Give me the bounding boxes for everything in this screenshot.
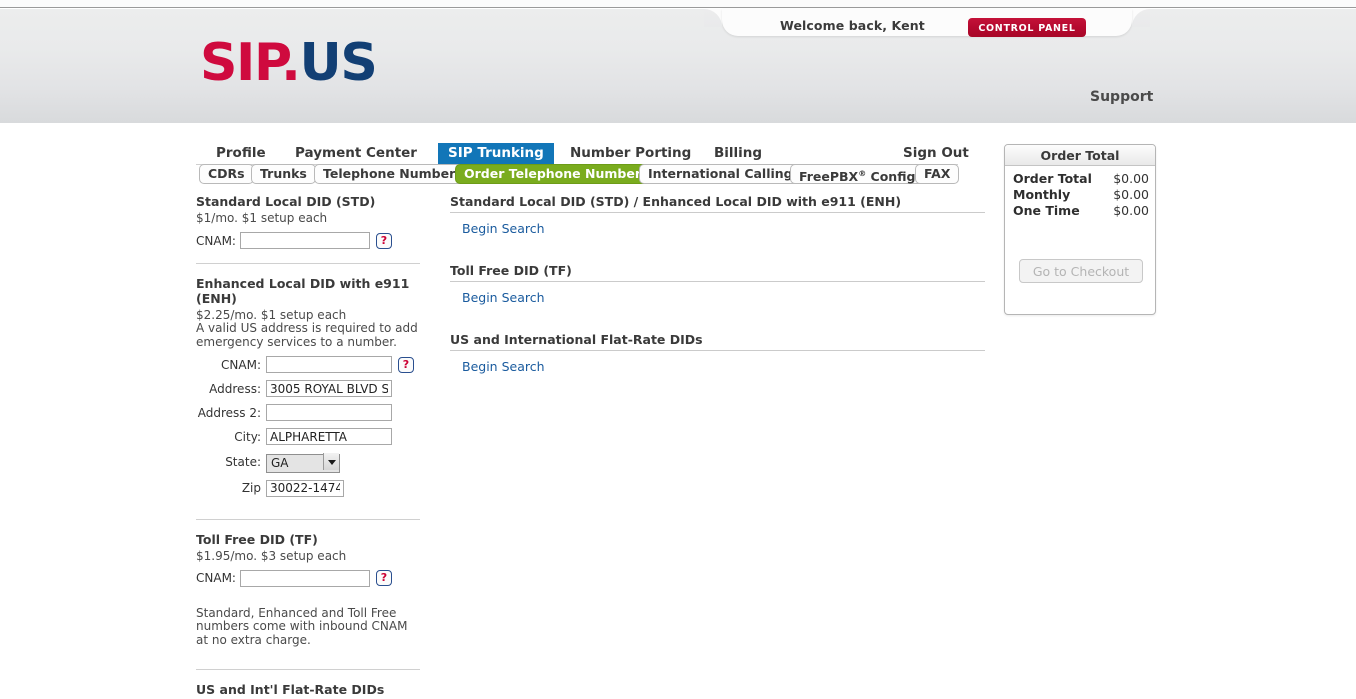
tf-cnam-label: CNAM: — [196, 571, 236, 585]
sidebar-divider-2 — [196, 518, 420, 520]
nav-item-billing[interactable]: Billing — [704, 143, 772, 164]
order-onetime-value: $0.00 — [1113, 203, 1149, 218]
tf-title: Toll Free DID (TF) — [196, 531, 318, 547]
enh-city-input[interactable] — [266, 428, 392, 445]
section-toll-free: Toll Free DID (TF) Begin Search — [450, 263, 985, 306]
enh-state-select[interactable]: GA — [266, 453, 340, 473]
enh-state-row: State: GA — [196, 452, 420, 473]
enh-title: Enhanced Local DID with e911 (ENH) — [196, 276, 410, 306]
welcome-message: Welcome back, Kent — [780, 18, 925, 33]
order-total-value: $0.00 — [1113, 171, 1149, 186]
welcome-plate-notch-right — [1132, 9, 1150, 27]
order-onetime-row: One Time $0.00 — [1013, 203, 1149, 219]
order-monthly-label: Monthly — [1013, 187, 1071, 202]
welcome-plate-notch-left — [704, 9, 722, 27]
tab-freepbx-label: FreePBX — [799, 169, 859, 185]
product-options-sidebar: Standard Local DID (STD) $1/mo. $1 setup… — [196, 194, 420, 699]
enh-address2-label: Address 2: — [197, 405, 261, 420]
enh-address-input[interactable] — [266, 380, 392, 397]
site-logo[interactable]: SIP.US — [200, 37, 378, 89]
cnam-inclusion-note: Standard, Enhanced and Toll Free numbers… — [196, 605, 408, 647]
order-monthly-value: $0.00 — [1113, 187, 1149, 202]
go-to-checkout-button[interactable]: Go to Checkout — [1019, 259, 1143, 283]
order-monthly-row: Monthly $0.00 — [1013, 187, 1149, 203]
logo-text-sip: SIP — [200, 33, 283, 93]
enh-note: A valid US address is required to add em… — [196, 321, 418, 349]
enh-price: $2.25/mo. $1 setup each — [196, 308, 347, 322]
enh-cnam-label: CNAM: — [221, 357, 261, 372]
nav-item-sip-trunking[interactable]: SIP Trunking — [438, 143, 554, 164]
order-total-row: Order Total $0.00 — [1013, 171, 1149, 187]
support-link[interactable]: Support — [1090, 89, 1153, 105]
tab-telephone-numbers[interactable]: Telephone Numbers — [314, 164, 472, 184]
site-header: Welcome back, Kent CONTROL PANEL SIP.US … — [0, 9, 1356, 123]
tab-freepbx-suffix: Config — [866, 169, 916, 185]
section-std-enh-heading: Standard Local DID (STD) / Enhanced Loca… — [450, 194, 985, 213]
tab-fax[interactable]: FAX — [915, 164, 960, 184]
order-total-panel: Order Total Order Total $0.00 Monthly $0… — [1004, 144, 1156, 315]
order-total-rows: Order Total $0.00 Monthly $0.00 One Time… — [1005, 166, 1155, 219]
logo-text-dot: . — [281, 33, 301, 93]
std-cnam-help-icon[interactable]: ? — [376, 232, 392, 249]
tab-freepbx-config[interactable]: FreePBX® Config — [790, 164, 925, 185]
tf-cnam-help-icon[interactable]: ? — [376, 570, 392, 586]
enh-cnam-input[interactable] — [266, 356, 392, 373]
enh-zip-input[interactable] — [266, 479, 344, 497]
control-panel-button[interactable]: CONTROL PANEL — [968, 18, 1086, 37]
enh-address2-row: Address 2: — [196, 404, 420, 421]
nav-item-profile[interactable]: Profile — [206, 143, 276, 164]
nav-item-payment-center[interactable]: Payment Center — [285, 143, 427, 164]
top-strip — [0, 0, 1356, 8]
enh-address-row: Address: — [196, 380, 420, 397]
std-cnam-input[interactable] — [240, 232, 370, 249]
order-total-label: Order Total — [1013, 171, 1092, 186]
tf-price: $1.95/mo. $3 setup each — [196, 548, 347, 563]
tab-order-telephone-numbers[interactable]: Order Telephone Numbers — [455, 164, 658, 184]
primary-nav: Profile Payment Center SIP Trunking Numb… — [196, 143, 969, 164]
tab-international-calling[interactable]: International Calling — [639, 164, 802, 184]
tf-cnam-row: CNAM: ? — [196, 569, 420, 587]
registered-mark-icon: ® — [858, 169, 867, 178]
tf-section: Toll Free DID (TF) $1.95/mo. $3 setup ea… — [196, 532, 420, 587]
enh-state-select-wrapper: GA — [266, 452, 340, 473]
enh-state-label: State: — [225, 455, 261, 470]
enh-cnam-row: CNAM: ? — [196, 356, 420, 373]
enh-zip-row: Zip — [196, 479, 420, 497]
enh-address2-input[interactable] — [266, 404, 392, 421]
std-cnam-label: CNAM: — [196, 233, 236, 248]
enh-city-row: City: — [196, 428, 420, 445]
section-flat-rate-heading: US and International Flat-Rate DIDs — [450, 332, 985, 351]
sidebar-divider-1 — [196, 263, 420, 264]
tab-trunks[interactable]: Trunks — [251, 164, 316, 184]
begin-search-link-std-enh[interactable]: Begin Search — [462, 221, 545, 236]
order-onetime-label: One Time — [1013, 203, 1080, 218]
order-total-header: Order Total — [1005, 145, 1155, 166]
std-price: $1/mo. $1 setup each — [196, 211, 328, 225]
enh-address-label: Address: — [209, 381, 261, 396]
flat-rate-title: US and Int'l Flat-Rate DIDs — [196, 682, 385, 697]
enh-city-label: City: — [234, 429, 261, 444]
tf-cnam-input[interactable] — [240, 569, 370, 587]
std-section: Standard Local DID (STD) $1/mo. $1 setup… — [196, 194, 420, 249]
logo-text-us: US — [299, 33, 378, 93]
section-flat-rate: US and International Flat-Rate DIDs Begi… — [450, 332, 985, 375]
nav-item-number-porting[interactable]: Number Porting — [560, 143, 701, 164]
nav-item-sign-out[interactable]: Sign Out — [893, 143, 979, 164]
std-cnam-row: CNAM: ? — [196, 232, 420, 249]
enh-cnam-help-icon[interactable]: ? — [398, 356, 414, 373]
tab-cdrs[interactable]: CDRs — [199, 164, 254, 184]
begin-search-link-flat-rate[interactable]: Begin Search — [462, 359, 545, 374]
sidebar-divider-3 — [196, 669, 420, 670]
enh-section: Enhanced Local DID with e911 (ENH) $2.25… — [196, 276, 420, 497]
section-std-enh: Standard Local DID (STD) / Enhanced Loca… — [450, 194, 985, 237]
std-title: Standard Local DID (STD) — [196, 194, 376, 209]
begin-search-link-toll-free[interactable]: Begin Search — [462, 290, 545, 305]
search-sections: Standard Local DID (STD) / Enhanced Loca… — [450, 194, 985, 401]
enh-zip-label: Zip — [241, 481, 261, 495]
section-toll-free-heading: Toll Free DID (TF) — [450, 263, 985, 282]
